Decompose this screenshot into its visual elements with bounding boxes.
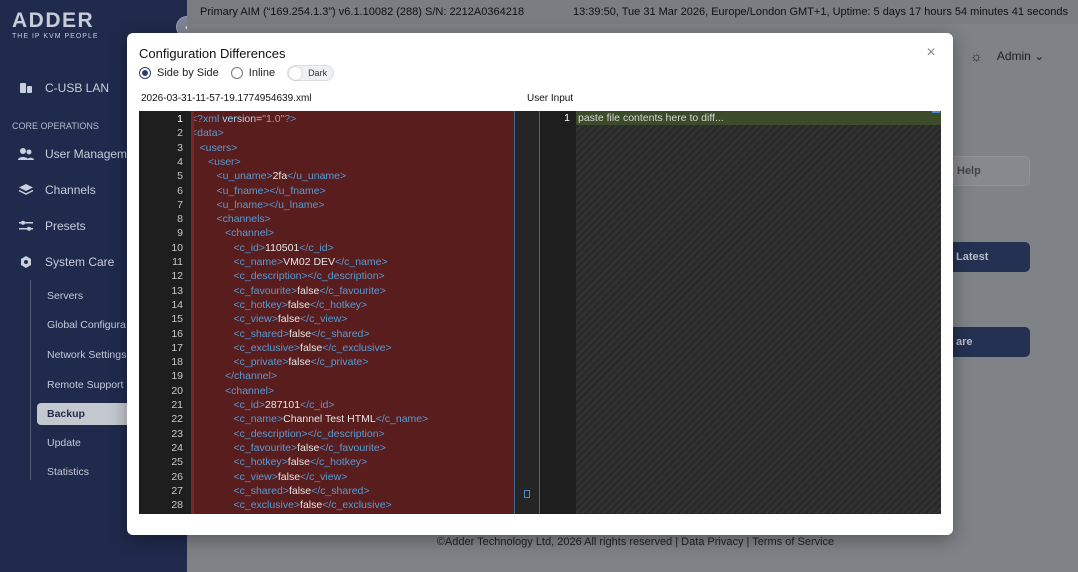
code-line: </channel>	[225, 370, 277, 383]
line-number: 9	[177, 227, 183, 240]
code-line: <c_shared>false</c_shared>	[233, 484, 370, 497]
deleted-marker	[191, 111, 194, 514]
line-number: 2	[177, 127, 183, 140]
code-line: <c_favourite>false</c_favourite>	[233, 441, 386, 454]
close-button[interactable]: ×	[924, 44, 938, 61]
overview-viewport-marker[interactable]	[524, 490, 530, 498]
line-number: 5	[177, 170, 183, 183]
line-number: 19	[171, 370, 183, 383]
right-file-name: User Input	[527, 93, 574, 104]
right-placeholder: paste file contents here to diff...	[578, 112, 724, 124]
line-number: 4	[177, 155, 183, 168]
line-number: 26	[171, 470, 183, 483]
line-number: 25	[171, 456, 183, 469]
right-line-numbers	[540, 111, 576, 514]
line-number: 18	[171, 356, 183, 369]
line-number: 23	[171, 427, 183, 440]
line-number: 11	[172, 256, 183, 268]
inline-label: Inline	[248, 67, 276, 79]
line-number: 21	[171, 399, 183, 411]
code-line: <c_exclusive>false</c_exclusive>	[233, 499, 392, 512]
toggle-knob	[289, 66, 303, 80]
line-number: 10	[171, 241, 183, 254]
code-line: <c_description></c_description>	[233, 270, 385, 283]
line-number: 14	[171, 298, 183, 311]
line-number: 28	[171, 499, 183, 512]
line-number: 6	[177, 184, 183, 197]
left-file-name: 2026-03-31-11-57-19.1774954639.xml	[141, 93, 312, 104]
config-diff-modal: Configuration Differences × Side by Side…	[127, 33, 953, 535]
line-number: 20	[171, 384, 183, 397]
inline-radio[interactable]	[230, 67, 243, 79]
code-line: <c_description></c_description>	[233, 427, 385, 440]
code-line: <c_name>Channel Test HTML</c_name>	[233, 413, 429, 426]
line-number: 15	[171, 313, 183, 326]
dark-mode-toggle[interactable]: Dark	[287, 65, 335, 81]
dark-label: Dark	[308, 68, 328, 78]
line-number: 12	[171, 270, 183, 283]
code-line: <user>	[208, 155, 241, 168]
code-line: <c_view>false</c_view>	[233, 313, 348, 326]
code-line: <c_id>287101</c_id>	[233, 399, 335, 411]
code-line: <channel>	[225, 227, 275, 240]
diff-editor[interactable]: 1 2 3 4 5 6 7 8 9 10 11 12 13 14 15 16 17 18 19 20 21 22 23 24 2…	[139, 111, 941, 514]
line-number: 27	[171, 484, 183, 497]
code-line: <channel>	[225, 384, 275, 397]
code-line: <?xml version="1.0"?>	[191, 113, 297, 125]
scroll-indicator	[932, 111, 940, 113]
code-line: <u_uname>2fa</u_uname>	[216, 170, 347, 183]
code-line: <c_id>110501</c_id>	[233, 241, 334, 254]
line-number: 24	[171, 441, 183, 454]
code-line: <u_fname></u_fname>	[216, 184, 326, 197]
left-line-numbers: 1 2 3 4 5 6 7 8 9 10 11 12 13 14 15 16 17 18 19 20 21 22 23 24 2…	[139, 111, 191, 514]
line-number: 13	[171, 284, 183, 297]
diff-overview-ruler[interactable]	[514, 111, 540, 514]
side-by-side-option[interactable]: Side by Side	[139, 67, 219, 79]
view-options: Side by Side Inline Dark	[139, 65, 335, 81]
code-line: <c_exclusive>false</c_exclusive>	[233, 341, 392, 354]
line-number: 3	[177, 141, 183, 154]
line-number: 16	[171, 327, 183, 340]
code-line: <u_lname></u_lname>	[216, 198, 325, 211]
code-line: <users>	[199, 141, 238, 154]
code-line: <data>	[191, 127, 224, 140]
side-by-side-radio[interactable]	[139, 67, 151, 79]
code-line: <c_favourite>false</c_favourite>	[233, 284, 386, 297]
line-number: 17	[171, 341, 183, 354]
line-number: 1	[177, 113, 183, 125]
code-line: <c_name>VM02 DEV</c_name>	[233, 256, 388, 268]
code-line: <c_private>false</c_private>	[233, 356, 369, 369]
code-line: <c_hotkey>false</c_hotkey>	[233, 456, 368, 469]
right-empty-area[interactable]	[576, 111, 941, 514]
right-input-line[interactable]: paste file contents here to diff...	[576, 111, 941, 125]
code-line: <c_view>false</c_view>	[233, 470, 348, 483]
right-line-number: 1	[564, 112, 570, 124]
line-number: 22	[171, 413, 183, 426]
code-line: <c_shared>false</c_shared>	[233, 327, 370, 340]
line-number: 8	[177, 213, 183, 226]
close-icon: ×	[926, 44, 936, 61]
modal-title: Configuration Differences	[139, 46, 286, 61]
left-code-area[interactable]: <?xml version="1.0"?> <data> <users> <user>…	[191, 111, 514, 514]
code-line: <channels>	[216, 213, 271, 226]
side-by-side-label: Side by Side	[157, 67, 219, 79]
modified-pane[interactable]: 1 paste file contents here to diff...	[540, 111, 941, 514]
original-pane[interactable]: 1 2 3 4 5 6 7 8 9 10 11 12 13 14 15 16 17 18 19 20 21 22 23 24 2…	[139, 111, 514, 514]
inline-option[interactable]: Inline	[230, 67, 276, 79]
code-line: <c_hotkey>false</c_hotkey>	[233, 298, 368, 311]
line-number: 7	[177, 198, 183, 211]
